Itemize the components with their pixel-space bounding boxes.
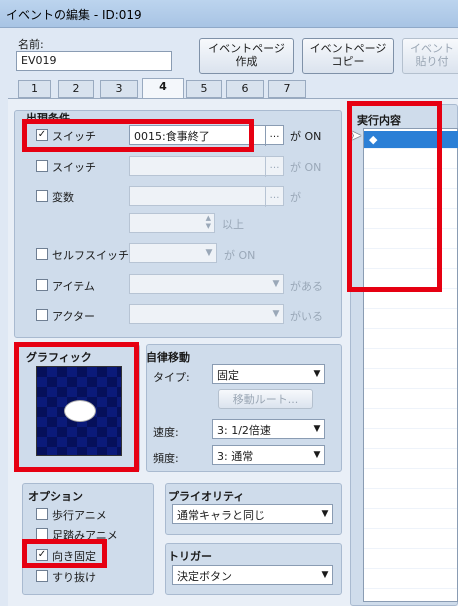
move-type-select[interactable]: 固定 ▼ xyxy=(212,364,325,384)
chevron-down-icon: ▼ xyxy=(272,309,280,319)
tab-7[interactable]: 7 xyxy=(268,80,306,98)
walk-anim-checkbox[interactable] xyxy=(36,508,48,520)
trigger-value: 決定ボタン xyxy=(177,570,232,583)
actor-select[interactable]: ▼ xyxy=(129,304,284,324)
variable-ellipsis-button[interactable]: … xyxy=(265,187,283,207)
copy-page-label-2: コピー xyxy=(331,55,365,68)
through-label: すり抜け xyxy=(52,571,96,584)
trigger-title: トリガー xyxy=(168,550,212,563)
tab-5[interactable]: 5 xyxy=(186,80,222,98)
autonomous-title: 自律移動 xyxy=(146,351,190,364)
switch2-field[interactable]: … xyxy=(129,156,284,177)
highlight-box-dirfix xyxy=(22,539,107,568)
actor-label: アクター xyxy=(52,310,96,323)
chevron-down-icon: ▼ xyxy=(272,279,280,289)
speed-select[interactable]: 3: 1/2倍速 ▼ xyxy=(212,419,325,439)
switch1-suffix: が ON xyxy=(290,130,322,143)
paste-page-label-2: 貼り付 xyxy=(415,55,449,68)
variable-field[interactable]: … xyxy=(129,186,284,207)
item-select[interactable]: ▼ xyxy=(129,274,284,294)
copy-page-button[interactable]: イベントページ コピー xyxy=(302,38,394,74)
variable-suffix: が xyxy=(290,191,301,204)
variable-checkbox[interactable] xyxy=(36,190,48,202)
item-label: アイテム xyxy=(52,280,95,293)
tab-2[interactable]: 2 xyxy=(58,80,94,98)
speed-label: 速度: xyxy=(153,426,179,439)
move-route-button[interactable]: 移動ルート... xyxy=(218,389,313,409)
priority-title: プライオリティ xyxy=(168,490,245,503)
switch2-suffix: が ON xyxy=(290,161,322,174)
paste-page-label-1: イベント xyxy=(410,42,454,55)
move-type-value: 固定 xyxy=(217,369,239,382)
priority-select[interactable]: 通常キャラと同じ ▼ xyxy=(172,504,333,524)
chevron-down-icon: ▼ xyxy=(321,570,329,580)
speed-value: 3: 1/2倍速 xyxy=(217,424,271,437)
highlight-box-graphic xyxy=(14,342,139,472)
highlight-box-switch xyxy=(22,119,254,152)
tab-1[interactable]: 1 xyxy=(18,80,51,98)
tab-6[interactable]: 6 xyxy=(226,80,264,98)
chevron-down-icon: ▼ xyxy=(313,424,321,434)
name-input[interactable]: EV019 xyxy=(16,51,172,71)
item-checkbox[interactable] xyxy=(36,279,48,291)
copy-page-label-1: イベントページ xyxy=(309,42,387,55)
trigger-select[interactable]: 決定ボタン ▼ xyxy=(172,565,333,585)
tab-3[interactable]: 3 xyxy=(100,80,138,98)
title-bar: イベントの編集 - ID:019 xyxy=(0,0,458,28)
self-switch-label: セルフスイッチ xyxy=(52,249,129,262)
actor-suffix: がいる xyxy=(290,310,323,323)
spinner-arrows-icon[interactable]: ▲ ▼ xyxy=(206,214,211,230)
options-title: オプション xyxy=(28,490,83,503)
actor-checkbox[interactable] xyxy=(36,309,48,321)
window-title: イベントの編集 - ID:019 xyxy=(6,8,142,22)
switch2-ellipsis-button[interactable]: … xyxy=(265,157,283,177)
tab-4[interactable]: 4 xyxy=(142,78,184,99)
self-switch-suffix: が ON xyxy=(224,249,256,262)
variable-ge-label: 以上 xyxy=(222,218,244,231)
variable-label: 変数 xyxy=(52,191,74,204)
freq-select[interactable]: 3: 通常 ▼ xyxy=(212,445,325,465)
switch2-checkbox[interactable] xyxy=(36,160,48,172)
freq-label: 頻度: xyxy=(153,452,179,465)
switch1-ellipsis-button[interactable]: … xyxy=(265,126,283,146)
self-switch-checkbox[interactable] xyxy=(36,248,48,260)
paste-page-button[interactable]: イベント 貼り付 xyxy=(402,38,458,74)
move-type-label: タイプ: xyxy=(153,371,190,384)
self-switch-select[interactable]: ▼ xyxy=(129,243,217,263)
chevron-down-icon: ▼ xyxy=(313,369,321,379)
chevron-down-icon: ▼ xyxy=(205,248,213,258)
chevron-down-icon: ▼ xyxy=(321,509,329,519)
priority-value: 通常キャラと同じ xyxy=(177,509,265,522)
through-checkbox[interactable] xyxy=(36,570,48,582)
freq-value: 3: 通常 xyxy=(217,450,254,463)
variable-value-spinner[interactable]: ▲ ▼ xyxy=(129,213,215,233)
item-suffix: がある xyxy=(290,280,323,293)
create-page-label-2: 作成 xyxy=(235,55,258,68)
switch2-label: スイッチ xyxy=(52,161,96,174)
create-page-label-1: イベントページ xyxy=(208,42,285,55)
walk-anim-label: 歩行アニメ xyxy=(52,509,107,522)
name-label: 名前: xyxy=(18,38,44,51)
create-page-button[interactable]: イベントページ 作成 xyxy=(199,38,294,74)
highlight-box-content xyxy=(347,101,442,292)
chevron-down-icon: ▼ xyxy=(313,450,321,460)
